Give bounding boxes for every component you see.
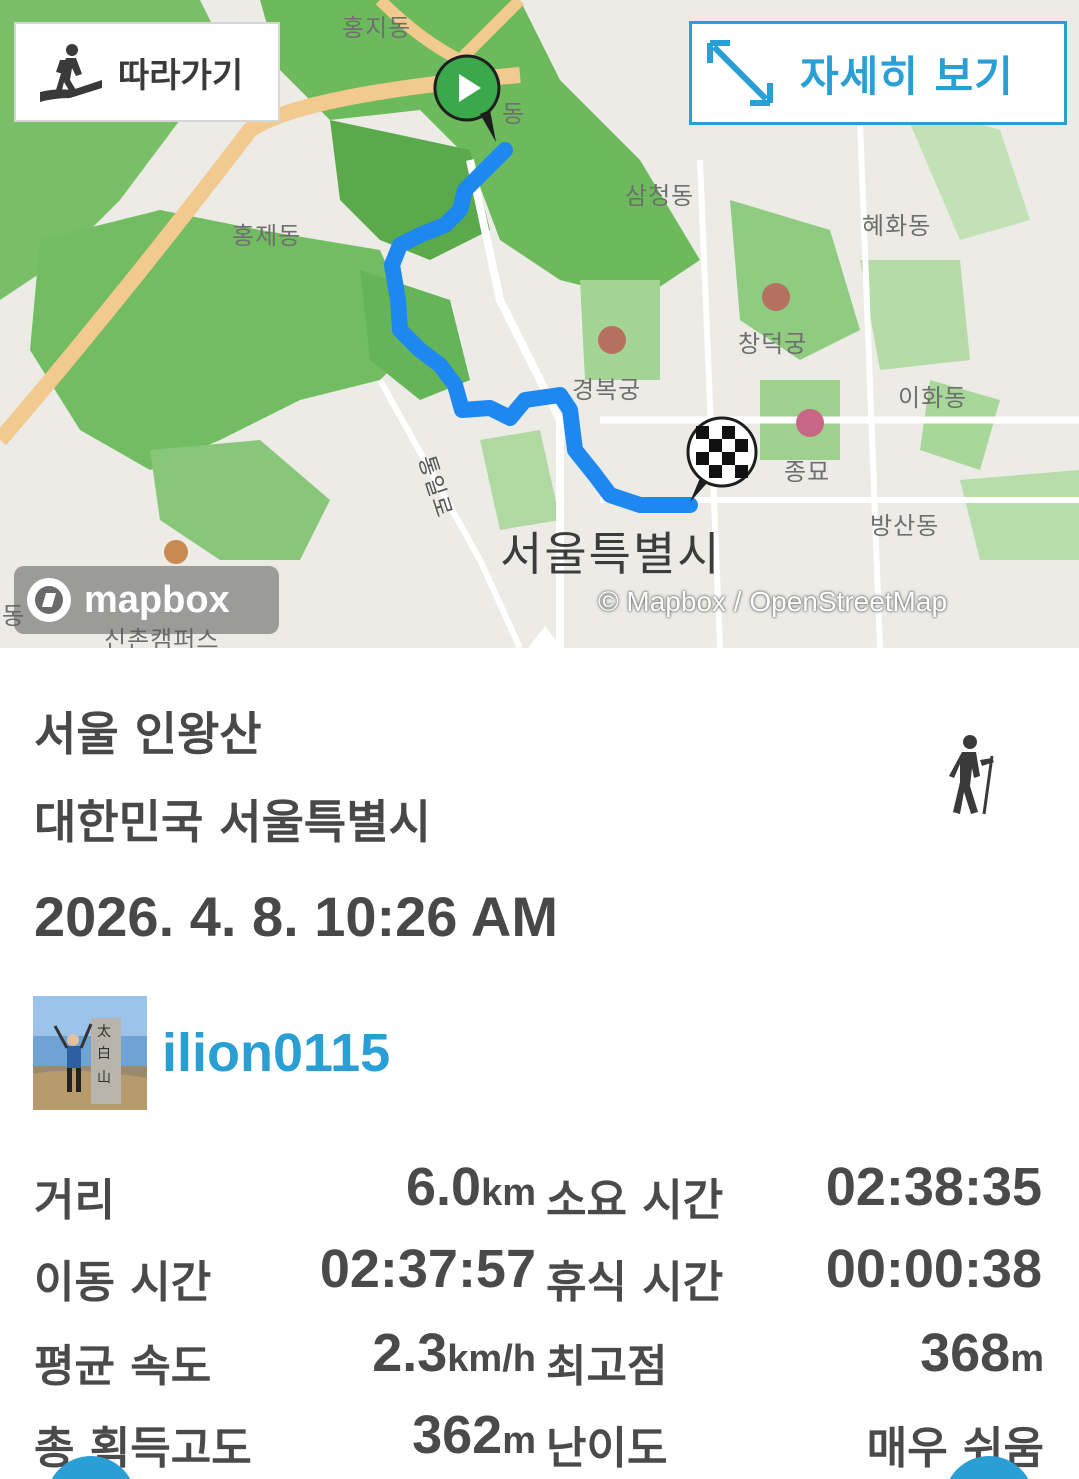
map-label-hyehwadong: 혜화동	[862, 212, 932, 240]
max-elevation-value: 368m	[920, 1323, 1044, 1383]
user-avatar[interactable]: 太 白 山	[33, 996, 147, 1110]
finish-marker-icon	[686, 416, 758, 502]
mapbox-logo-text: mapbox	[84, 578, 230, 621]
map-label-gyeongbokgung: 경복궁	[572, 376, 642, 404]
svg-text:太: 太	[97, 1024, 111, 1040]
max-elevation-label: 최고점	[546, 1341, 668, 1392]
distance-label: 거리	[34, 1175, 115, 1226]
avg-speed-value: 2.3km/h	[372, 1323, 536, 1383]
map-label-seoul: 서울특별시	[500, 527, 722, 581]
total-ascent-value: 362m	[412, 1405, 536, 1465]
mapbox-logo-icon	[27, 578, 71, 622]
track-datetime: 2026. 4. 8. 10:26 AM	[34, 885, 559, 948]
svg-text:山: 山	[97, 1070, 111, 1086]
map-label-bangsandong: 방산동	[870, 512, 940, 540]
rest-time-value: 00:00:38	[825, 1239, 1042, 1299]
track-location: 대한민국 서울특별시	[34, 795, 431, 849]
track-title: 서울 인왕산	[34, 707, 262, 761]
map-label-changdeokgung: 창덕궁	[738, 330, 808, 358]
follow-button[interactable]: 따라가기	[14, 22, 280, 122]
avg-speed-label: 평균 속도	[34, 1341, 212, 1392]
mapbox-logo[interactable]: mapbox	[14, 566, 279, 634]
rest-time-label: 휴식 시간	[546, 1257, 724, 1308]
map-label-ihwadong: 이화동	[898, 384, 968, 412]
map-label-hongjedong: 홍제동	[232, 222, 302, 250]
expand-icon	[707, 40, 773, 106]
total-time-label: 소요 시간	[546, 1175, 724, 1226]
map-label-hongjidong: 홍지동	[342, 14, 412, 42]
distance-value: 6.0km	[406, 1157, 536, 1217]
moving-time-label: 이동 시간	[34, 1257, 212, 1308]
map-label-jongmyo: 종묘	[784, 458, 831, 486]
map-attribution[interactable]: © Mapbox / OpenStreetMap	[598, 586, 947, 618]
start-marker-icon	[433, 54, 501, 142]
route-map[interactable]: 홍지동 동 삼청동 혜화동 홍제동 창덕궁 경복궁 이화동 통일로 종묘 방산동…	[0, 0, 1079, 648]
map-pointer-caret	[528, 626, 562, 648]
track-info-panel: 서울 인왕산 대한민국 서울특별시 2026. 4. 8. 10:26 AM 太…	[0, 648, 1079, 1479]
username-link[interactable]: ilion0115	[162, 1022, 390, 1084]
view-details-button[interactable]: 자세히 보기	[689, 21, 1067, 125]
map-label-dong: 동	[502, 100, 526, 128]
svg-text:白: 白	[97, 1046, 111, 1062]
hiker-icon	[949, 735, 994, 815]
moving-time-value: 02:37:57	[319, 1239, 536, 1299]
view-details-label: 자세히 보기	[800, 51, 1014, 101]
map-label-samcheongdong: 삼청동	[625, 182, 695, 210]
follow-hiker-icon	[40, 44, 102, 102]
total-time-value: 02:38:35	[825, 1157, 1042, 1217]
follow-button-label: 따라가기	[118, 55, 244, 96]
difficulty-label: 난이도	[546, 1423, 668, 1474]
